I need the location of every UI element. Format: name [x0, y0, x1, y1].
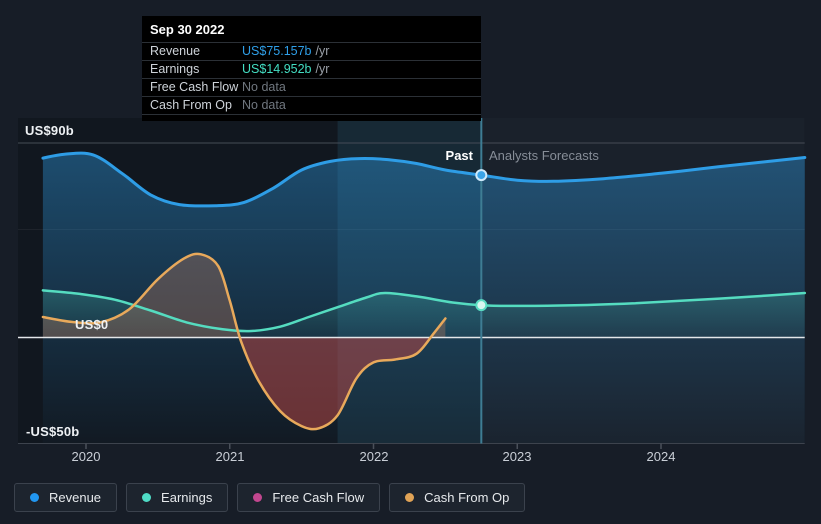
tooltip-row-revenue: Revenue US$75.157b /yr	[142, 42, 481, 60]
legend-item-label: Revenue	[49, 490, 102, 505]
revenue-series-dot-icon	[30, 493, 39, 502]
tooltip-value: US$75.157b	[242, 44, 312, 58]
free-cash-flow-series-dot-icon	[253, 493, 263, 502]
x-axis-label-2021: 2021	[215, 449, 245, 464]
past-section-label: Past	[445, 148, 473, 163]
tooltip-row-cash-from-op: Cash From Op No data	[142, 96, 481, 115]
legend-item-label: Cash From Op	[424, 490, 510, 505]
revenue-divider-marker[interactable]	[475, 169, 488, 182]
chart-page: US$90b US$0 -US$50b 2020 2021 2022 2023 …	[0, 0, 821, 524]
x-axis-label-2020: 2020	[71, 449, 101, 464]
tooltip-value-suffix: /yr	[315, 44, 330, 58]
tooltip-value-suffix: /yr	[315, 62, 330, 76]
chart-legend: Revenue Earnings Free Cash Flow Cash Fro…	[14, 483, 526, 512]
legend-item-free-cash-flow[interactable]: Free Cash Flow	[237, 483, 381, 512]
chart-tooltip: Sep 30 2022 Revenue US$75.157b /yr Earni…	[142, 16, 481, 121]
legend-item-label: Earnings	[161, 490, 213, 505]
tooltip-date-title: Sep 30 2022	[150, 22, 225, 37]
legend-item-label: Free Cash Flow	[272, 490, 365, 505]
tooltip-label: Earnings	[150, 62, 200, 76]
legend-item-earnings[interactable]: Earnings	[126, 483, 229, 512]
legend-item-cash-from-op[interactable]: Cash From Op	[389, 483, 526, 512]
earnings-divider-marker[interactable]	[475, 299, 488, 312]
x-axis-label-2022: 2022	[359, 449, 389, 464]
x-axis-label-2023: 2023	[502, 449, 532, 464]
tooltip-value: No data	[242, 80, 286, 94]
tooltip-value: No data	[242, 98, 286, 112]
tooltip-label: Cash From Op	[150, 98, 232, 112]
tooltip-row-free-cash-flow: Free Cash Flow No data	[142, 78, 481, 96]
analysts-forecasts-section-label: Analysts Forecasts	[489, 148, 599, 163]
y-axis-label-90b: US$90b	[25, 123, 74, 138]
x-axis-label-2024: 2024	[646, 449, 676, 464]
y-axis-label-0: US$0	[75, 317, 109, 332]
cash-from-op-series-dot-icon	[405, 493, 415, 502]
tooltip-value: US$14.952b	[242, 62, 312, 76]
tooltip-label: Revenue	[150, 44, 201, 58]
legend-item-revenue[interactable]: Revenue	[14, 483, 118, 512]
earnings-series-dot-icon	[142, 493, 152, 502]
y-axis-label-neg50b: -US$50b	[26, 424, 80, 439]
tooltip-row-earnings: Earnings US$14.952b /yr	[142, 60, 481, 78]
tooltip-label: Free Cash Flow	[150, 80, 239, 94]
